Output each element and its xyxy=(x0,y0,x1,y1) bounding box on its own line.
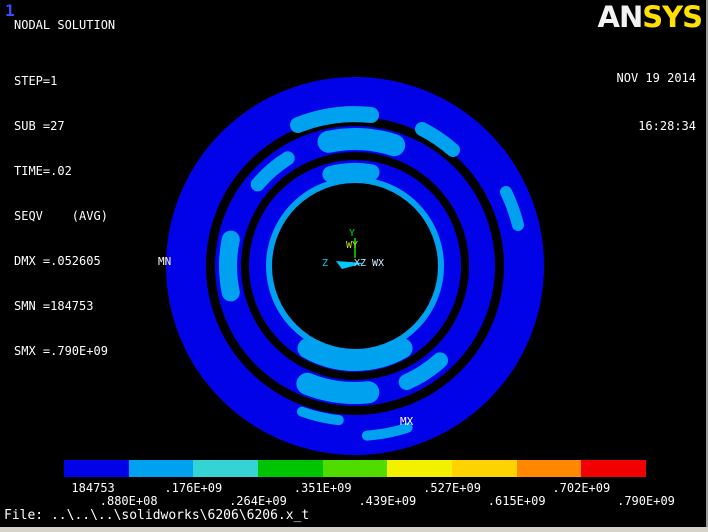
info-line-seqv: SEQV (AVG) xyxy=(14,209,108,223)
legend-label: .264E+09 xyxy=(229,494,287,508)
logo-an-text: AN xyxy=(597,0,644,34)
info-line-step: STEP=1 xyxy=(14,74,58,88)
legend-label: .702E+09 xyxy=(552,481,611,495)
legend-label: .615E+09 xyxy=(487,494,546,508)
file-path: File: ..\..\..\solidworks\6206\6206.x_t xyxy=(4,508,310,523)
legend-segment xyxy=(516,460,582,477)
solution-info: STEP=1 SUB =27 TIME=.02 SEQV (AVG) DMX =… xyxy=(14,44,108,389)
ansys-window: Y WY Z XZ WX MN MX 1 NODAL SOLUTION STEP… xyxy=(0,0,708,532)
patch xyxy=(219,230,240,302)
legend-segment xyxy=(322,460,388,477)
legend-label: .790E+09 xyxy=(617,494,675,508)
patch xyxy=(290,106,379,133)
min-marker: MN xyxy=(158,255,171,268)
triad-xz-label: XZ xyxy=(354,258,366,269)
triad-wx-label: WX xyxy=(372,258,384,269)
max-marker: MX xyxy=(400,415,414,428)
datetime: NOV 19 2014 16:28:34 xyxy=(617,38,696,166)
patch xyxy=(317,128,406,157)
ansys-logo: ANSYS xyxy=(598,0,703,34)
legend-label: .527E+09 xyxy=(423,481,481,495)
info-line-smx: SMX =.790E+09 xyxy=(14,344,108,358)
date-text: NOV 19 2014 xyxy=(616,71,696,85)
legend-label: .439E+09 xyxy=(358,494,417,508)
info-line-time: TIME=.02 xyxy=(14,164,72,178)
info-line-dmx: DMX =.052605 xyxy=(14,254,101,268)
info-line-smn: SMN =184753 xyxy=(14,299,94,313)
triad-z-label: Z xyxy=(322,258,328,269)
legend-label: .176E+09 xyxy=(164,481,223,495)
patch xyxy=(296,372,380,404)
legend-segment xyxy=(258,460,323,477)
contour-legend: 184753 .176E+09 .351E+09 .527E+09 .702E+… xyxy=(64,460,675,508)
page-title: NODAL SOLUTION xyxy=(14,18,116,32)
window-border-bottom xyxy=(0,527,708,532)
legend-segment xyxy=(193,460,259,477)
legend-label: .351E+09 xyxy=(293,481,352,495)
legend-segment xyxy=(128,460,194,477)
time-text: 16:28:34 xyxy=(638,119,696,133)
legend-segment xyxy=(452,460,517,477)
patch xyxy=(322,162,380,183)
logo-sys-text: SYS xyxy=(642,0,703,34)
legend-label: .880E+08 xyxy=(99,494,158,508)
legend-segment xyxy=(387,460,453,477)
legend-segment xyxy=(64,460,129,477)
legend-bar xyxy=(64,460,647,477)
legend-segment xyxy=(581,460,647,477)
info-line-sub: SUB =27 xyxy=(14,119,65,133)
triad: Y WY Z XZ WX xyxy=(322,228,384,269)
triad-wy-label: WY xyxy=(346,240,358,251)
triad-y-label: Y xyxy=(349,228,355,239)
legend-label: 184753 xyxy=(71,481,115,495)
